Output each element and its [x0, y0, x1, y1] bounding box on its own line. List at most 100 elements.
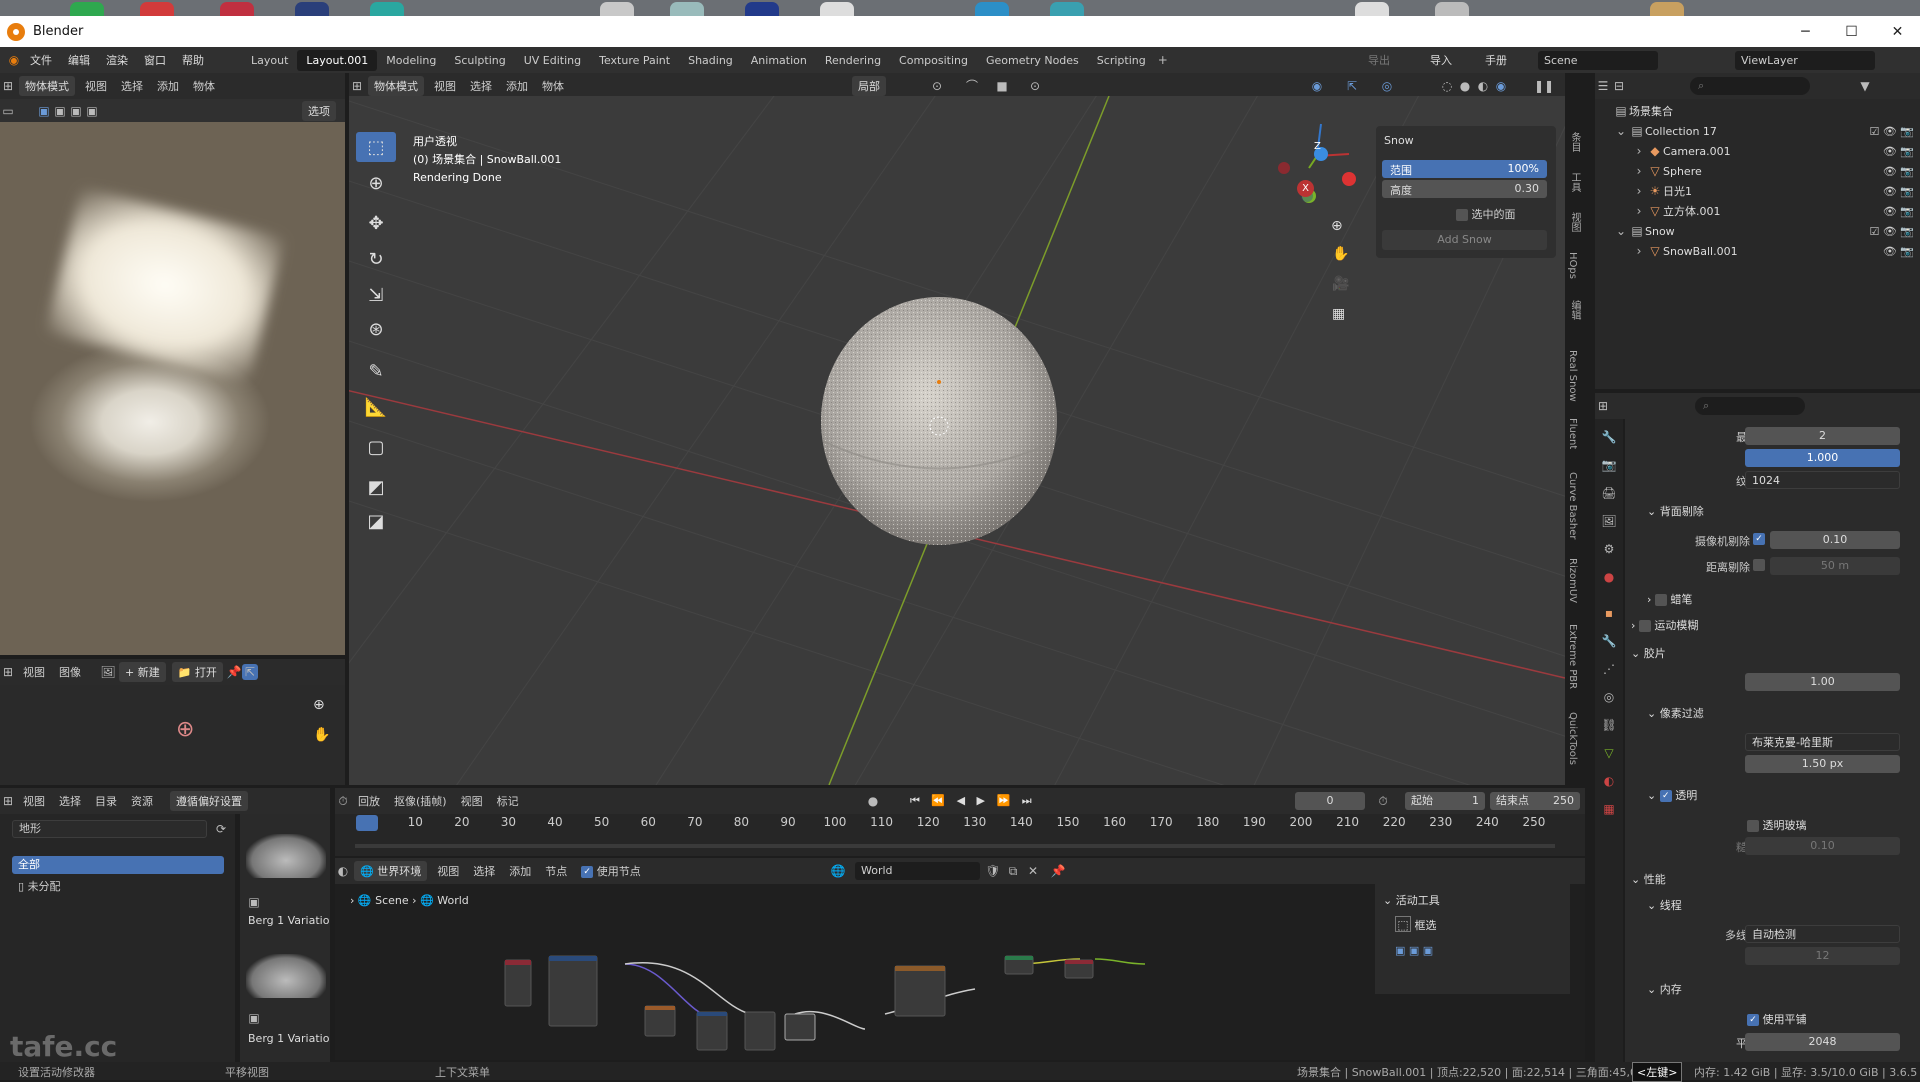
tab-uv-editing[interactable]: UV Editing [515, 50, 590, 71]
menu-playback[interactable]: 回放 [351, 793, 387, 809]
wireframe-shading-icon[interactable]: ◌ [1439, 78, 1455, 94]
filter-width-field[interactable]: 1.50 px [1745, 755, 1900, 773]
catalog-unassigned[interactable]: ▯ 未分配 [18, 878, 61, 896]
editor-type-icon[interactable]: ☰ [1595, 78, 1611, 94]
camera-cull-checkbox[interactable]: ✓ [1753, 533, 1765, 545]
move-tool-icon[interactable]: ✥ [356, 208, 396, 238]
distance-cull-checkbox[interactable] [1753, 559, 1765, 571]
thread-mode-dropdown[interactable]: 自动检测 [1745, 925, 1900, 943]
refresh-icon[interactable]: ⟳ [213, 821, 229, 837]
vtab-curve-basher[interactable]: Curve Basher [1567, 472, 1578, 539]
pin-icon[interactable]: 📌 [226, 664, 242, 680]
asset-thumbnail[interactable] [246, 834, 326, 878]
expand-arrow-icon[interactable]: ⌄ [1613, 223, 1629, 239]
dicing-field[interactable]: 1.000 [1745, 449, 1900, 467]
outliner-row[interactable]: › ▽ 立方体.001 👁 📷 [1595, 201, 1920, 221]
close-button[interactable]: ✕ [1875, 16, 1920, 47]
grease-pencil-section[interactable]: › 蜡笔 [1647, 591, 1692, 607]
tab-modeling[interactable]: Modeling [377, 50, 445, 71]
asset-name[interactable]: Berg 1 Variatio [248, 1032, 329, 1045]
timeline-scrub-bar[interactable] [355, 844, 1555, 848]
snap-icon[interactable]: ⌒ [964, 78, 980, 94]
tab-compositing[interactable]: Compositing [890, 50, 977, 71]
menu-select[interactable]: 选择 [463, 78, 499, 94]
max-subdiv-field[interactable]: 2 [1745, 427, 1900, 445]
display-channels-icon[interactable]: ⇱ [241, 664, 258, 680]
zoom-icon[interactable]: ⊕ [313, 697, 325, 713]
use-nodes-checkbox[interactable]: ✓ 使用节点 [574, 863, 648, 879]
world-datablock-field[interactable]: World [855, 862, 980, 880]
app-icon[interactable] [820, 2, 854, 16]
culling-section[interactable]: ⌄ 背面剔除 [1647, 503, 1704, 519]
editor-type-icon[interactable]: ⊞ [1595, 398, 1611, 414]
asset-thumbnail[interactable] [246, 954, 326, 998]
select-mode-icon[interactable]: ▣ [84, 103, 100, 119]
open-image-button[interactable]: 📁 打开 [171, 662, 223, 682]
editor-type-icon[interactable]: ⏱ [335, 793, 351, 809]
menu-assets[interactable]: 资源 [124, 793, 160, 809]
film-section[interactable]: ⌄ 胶片 [1631, 645, 1666, 661]
export-button[interactable]: 导出 [1368, 52, 1390, 68]
playback-controls[interactable]: ⏮ ⏪ ◀ ▶ ⏩ ⏭ [910, 794, 1036, 808]
expand-arrow-icon[interactable]: › [1631, 143, 1647, 159]
transform-orientation-dropdown[interactable]: 局部 [852, 76, 886, 96]
snap-target-icon[interactable]: ■ [994, 78, 1010, 94]
select-mode-icon[interactable]: ▣ [68, 103, 84, 119]
select-mode-icon[interactable]: ▣ [36, 103, 52, 119]
visibility-toggles[interactable]: 👁 📷 [1883, 245, 1914, 258]
app-icon[interactable] [975, 2, 1009, 16]
visibility-icon[interactable]: ◉ [1309, 78, 1325, 94]
particles-tab-icon[interactable]: ⋰ [1601, 661, 1617, 677]
outliner-row[interactable]: › ◆ Camera.001 👁 📷 [1595, 141, 1920, 161]
snow-panel-title[interactable]: Snow [1384, 134, 1414, 147]
app-icon[interactable] [140, 2, 174, 16]
tool-tab-icon[interactable]: 🔧 [1601, 429, 1617, 445]
outliner-scene-collection[interactable]: ▤ 场景集合 [1595, 101, 1920, 121]
tab-shading[interactable]: Shading [679, 50, 742, 71]
duplicate-icon[interactable]: ⧉ [1005, 863, 1021, 879]
vtab-view[interactable]: 视图 [1567, 212, 1582, 232]
image-editor-canvas[interactable]: ⊕ ⊕ ✋ [0, 685, 345, 785]
rendered-preview[interactable] [0, 122, 345, 655]
start-frame-field[interactable]: 起始 1 [1405, 792, 1485, 810]
new-image-button[interactable]: + 新建 [119, 662, 166, 682]
measure-tool-icon[interactable]: 📐 [356, 392, 396, 422]
menu-view[interactable]: 视图 [78, 78, 114, 94]
overlay-icon[interactable]: ◎ [1379, 78, 1395, 94]
menu-image[interactable]: 图像 [52, 664, 88, 680]
vtab-hops[interactable]: HOps [1567, 252, 1578, 279]
scene-tab-icon[interactable]: ⚙ [1601, 541, 1617, 557]
expand-arrow-icon[interactable]: ⌄ [1613, 123, 1629, 139]
clock-icon[interactable]: ⏱ [1375, 793, 1391, 809]
vtab-tool[interactable]: 工具 [1567, 172, 1582, 192]
outliner-row[interactable]: › ▽ SnowBall.001 👁 📷 [1595, 241, 1920, 261]
pin-icon[interactable]: 📌 [1050, 863, 1066, 879]
material-shading-icon[interactable]: ◐ [1475, 78, 1491, 94]
menu-file[interactable]: 文件 [22, 52, 60, 68]
exposure-field[interactable]: 1.00 [1745, 673, 1900, 691]
menu-add[interactable]: 添加 [502, 863, 538, 879]
blender-menu-icon[interactable]: ◉ [6, 52, 22, 68]
zoom-icon[interactable]: ⊕ [1331, 218, 1343, 234]
vtab-edit[interactable]: 编辑 [1567, 300, 1582, 320]
visibility-toggles[interactable]: 👁 📷 [1883, 205, 1914, 218]
expand-arrow-icon[interactable]: › [1631, 163, 1647, 179]
menu-edit[interactable]: 编辑 [60, 52, 98, 68]
pivot-icon[interactable]: ⊙ [929, 78, 945, 94]
visibility-toggles[interactable]: 👁 📷 [1883, 185, 1914, 198]
vtab-real-snow[interactable]: Real Snow [1567, 350, 1578, 402]
app-icon[interactable] [670, 2, 704, 16]
app-icon[interactable] [370, 2, 404, 16]
data-tab-icon[interactable]: ▽ [1601, 745, 1617, 761]
tab-animation[interactable]: Animation [742, 50, 816, 71]
menu-help[interactable]: 帮助 [174, 52, 212, 68]
filter-type-dropdown[interactable]: 布莱克曼-哈里斯 [1745, 733, 1900, 751]
outliner-row[interactable]: › ▽ Sphere 👁 📷 [1595, 161, 1920, 181]
tab-rendering[interactable]: Rendering [816, 50, 890, 71]
menu-object[interactable]: 物体 [535, 78, 571, 94]
pan-hand-icon[interactable]: ✋ [313, 727, 330, 743]
tile-size-field[interactable]: 2048 [1745, 1033, 1900, 1051]
outliner-row[interactable]: ⌄ ▤ Snow ☑ 👁 📷 [1595, 221, 1920, 241]
menu-view[interactable]: 视图 [16, 664, 52, 680]
app-icon[interactable] [70, 2, 104, 16]
